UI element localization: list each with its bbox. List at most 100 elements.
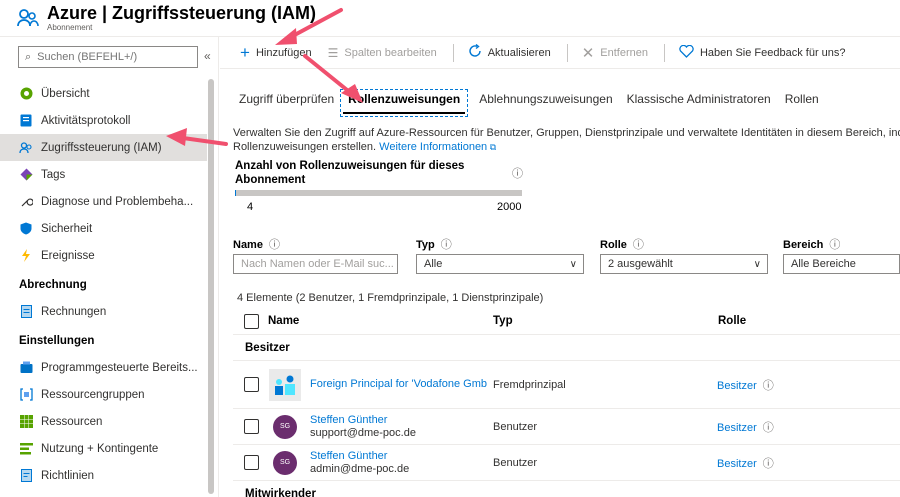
column-header-role[interactable]: Rolle xyxy=(718,315,746,327)
row-checkbox[interactable] xyxy=(244,377,259,392)
avatar: SG xyxy=(273,450,297,475)
info-icon[interactable]: ⓘ xyxy=(633,239,644,251)
search-input[interactable] xyxy=(37,51,178,63)
refresh-label: Aktualisieren xyxy=(487,46,551,59)
row-role: Besitzer ⓘ xyxy=(717,455,774,471)
scope-dropdown[interactable]: Alle Bereiche xyxy=(783,254,900,274)
filter-type: Typ ⓘ Alle ∨ xyxy=(416,236,584,274)
sidebar: ⌕ « Übersicht Aktivitätsprotokoll Zugrif… xyxy=(0,37,219,497)
table-row[interactable]: SG Steffen Günther support@dme-poc.de Be… xyxy=(233,409,900,445)
columns-icon: ☰ xyxy=(327,45,339,60)
wrench-icon xyxy=(19,195,33,209)
sidebar-item-label: Aktivitätsprotokoll xyxy=(41,114,131,127)
sidebar-item-deployments[interactable]: Programmgesteuerte Bereits... xyxy=(0,354,207,381)
row-checkbox[interactable] xyxy=(244,419,259,434)
sidebar-item-label: Programmgesteuerte Bereits... xyxy=(41,361,198,374)
table-row[interactable]: Foreign Principal for 'Vodafone Gmb Frem… xyxy=(233,361,900,409)
toolbar-divider xyxy=(566,43,568,62)
tab-roles[interactable]: Rollen xyxy=(785,92,819,114)
collapse-sidebar-icon[interactable]: « xyxy=(204,49,211,63)
description-line: Verwalten Sie den Zugriff auf Azure-Ress… xyxy=(233,127,900,139)
learn-more-link[interactable]: Weitere Informationen xyxy=(379,141,487,153)
role-dropdown-value: 2 ausgewählt xyxy=(608,258,673,270)
row-name-link[interactable]: Steffen Günther xyxy=(310,450,409,463)
tab-deny-assignments[interactable]: Ablehnungszuweisungen xyxy=(479,92,612,114)
row-name-link[interactable]: Foreign Principal for 'Vodafone Gmb xyxy=(310,378,487,391)
assignment-count-fill xyxy=(235,190,236,196)
filter-role-label: Rolle xyxy=(600,239,627,251)
sidebar-item-label: Ressourcengruppen xyxy=(41,388,145,401)
refresh-icon xyxy=(468,43,482,61)
sidebar-item-resource-groups[interactable]: Ressourcengruppen xyxy=(0,381,207,408)
sidebar-item-iam[interactable]: Zugriffssteuerung (IAM) xyxy=(0,134,207,161)
items-summary: 4 Elemente (2 Benutzer, 1 Fremdprinzipal… xyxy=(237,292,544,304)
section-settings: Einstellungen xyxy=(19,334,95,347)
sidebar-item-diagnose[interactable]: Diagnose und Problembeha... xyxy=(0,188,207,215)
info-icon[interactable]: ⓘ xyxy=(441,239,452,251)
sidebar-scrollbar[interactable] xyxy=(208,79,214,494)
remove-button[interactable]: ✕ Entfernen xyxy=(582,44,648,62)
assignment-count: Anzahl von Rollenzuweisungen für dieses … xyxy=(235,159,525,213)
select-all-checkbox[interactable] xyxy=(244,313,259,329)
info-icon[interactable]: ⓘ xyxy=(763,422,774,434)
table-row[interactable]: SG Steffen Günther admin@dme-poc.de Benu… xyxy=(233,445,900,481)
row-email: support@dme-poc.de xyxy=(310,426,416,439)
sidebar-item-overview[interactable]: Übersicht xyxy=(0,80,207,107)
sidebar-item-label: Sicherheit xyxy=(41,222,93,235)
page-title: Azure | Zugriffssteuerung (IAM) xyxy=(47,2,317,23)
tab-check-access[interactable]: Zugriff überprüfen xyxy=(239,92,334,114)
search-icon: ⌕ xyxy=(25,50,32,63)
row-checkbox[interactable] xyxy=(244,455,259,470)
row-role-link[interactable]: Besitzer xyxy=(717,380,757,392)
group-header-owner[interactable]: Besitzer xyxy=(233,335,900,361)
sidebar-item-invoices[interactable]: Rechnungen xyxy=(0,298,207,325)
row-role-link[interactable]: Besitzer xyxy=(717,422,757,434)
tab-role-assignments[interactable]: Rollenzuweisungen xyxy=(340,89,469,117)
refresh-button[interactable]: Aktualisieren xyxy=(468,43,551,61)
info-icon[interactable]: ⓘ xyxy=(829,239,840,251)
edit-columns-label: Spalten bearbeiten xyxy=(344,46,437,59)
tab-classic-admins[interactable]: Klassische Administratoren xyxy=(627,92,771,114)
page-header: Azure | Zugriffssteuerung (IAM) Abonneme… xyxy=(0,0,900,37)
group-header-contributor[interactable]: Mitwirkender xyxy=(233,481,900,497)
type-dropdown[interactable]: Alle ∨ xyxy=(416,254,584,274)
edit-columns-button[interactable]: ☰ Spalten bearbeiten xyxy=(328,46,437,60)
sidebar-item-activity-log[interactable]: Aktivitätsprotokoll xyxy=(0,107,207,134)
sidebar-item-security[interactable]: Sicherheit xyxy=(0,215,207,242)
info-icon[interactable]: ⓘ xyxy=(763,380,774,392)
add-button[interactable]: + Hinzufügen xyxy=(240,43,312,63)
sidebar-search[interactable]: ⌕ xyxy=(18,46,198,68)
command-bar: + Hinzufügen ☰ Spalten bearbeiten Aktual… xyxy=(220,37,900,69)
row-name-link[interactable]: Steffen Günther xyxy=(310,414,416,427)
add-button-label: Hinzufügen xyxy=(255,46,312,59)
column-header-name[interactable]: Name xyxy=(268,315,493,327)
filter-scope-label: Bereich xyxy=(783,239,824,251)
info-icon[interactable]: ⓘ xyxy=(512,165,523,181)
type-dropdown-value: Alle xyxy=(424,258,443,270)
name-search-input[interactable]: Nach Namen oder E-Mail suc... xyxy=(233,254,398,274)
sidebar-item-policies[interactable]: Richtlinien xyxy=(0,462,207,489)
toolbar-divider xyxy=(452,43,454,62)
chevron-down-icon: ∨ xyxy=(569,258,577,270)
remove-label: Entfernen xyxy=(600,46,648,59)
row-type: Fremdprinzipal xyxy=(493,378,566,391)
row-role-link[interactable]: Besitzer xyxy=(717,458,757,470)
sidebar-item-label: Übersicht xyxy=(41,87,90,100)
sidebar-item-resources[interactable]: Ressourcen xyxy=(0,408,207,435)
filter-name: Name ⓘ Nach Namen oder E-Mail suc... xyxy=(233,236,398,274)
sidebar-item-usage[interactable]: Nutzung + Kontingente xyxy=(0,435,207,462)
feedback-button[interactable]: Haben Sie Feedback für uns? xyxy=(679,44,846,61)
info-icon[interactable]: ⓘ xyxy=(763,458,774,470)
sidebar-item-label: Diagnose und Problembeha... xyxy=(41,195,194,208)
row-email: admin@dme-poc.de xyxy=(310,462,410,475)
role-dropdown[interactable]: 2 ausgewählt ∨ xyxy=(600,254,768,274)
column-header-type[interactable]: Typ xyxy=(493,315,718,327)
description-line: Rollenzuweisungen erstellen. Weitere Inf… xyxy=(233,140,900,154)
sidebar-item-tags[interactable]: Tags xyxy=(0,161,207,188)
filter-name-label: Name xyxy=(233,239,263,251)
sidebar-item-events[interactable]: Ereignisse xyxy=(0,242,207,269)
activity-log-icon xyxy=(19,114,33,128)
tag-icon xyxy=(19,168,33,182)
filter-type-label: Typ xyxy=(416,239,435,251)
info-icon[interactable]: ⓘ xyxy=(269,239,280,251)
